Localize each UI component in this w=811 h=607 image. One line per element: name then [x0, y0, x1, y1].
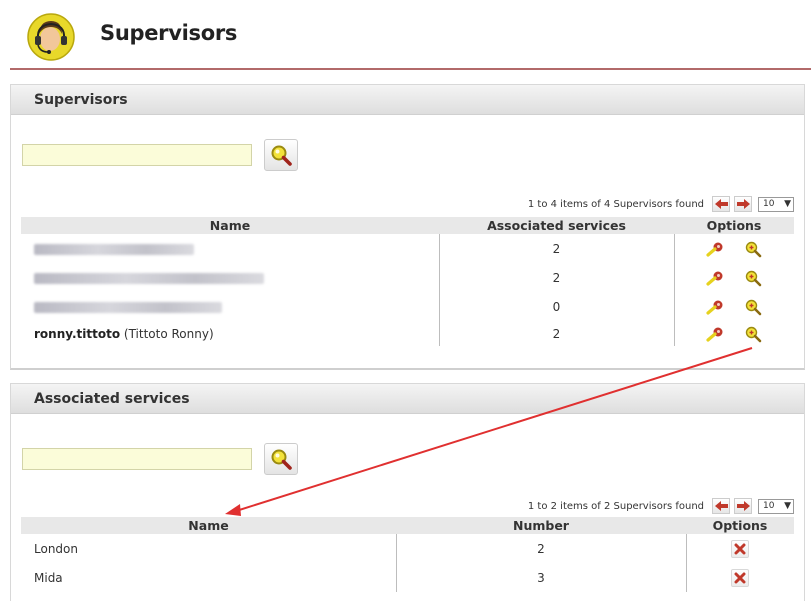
edit-supervisor-button[interactable]	[705, 240, 725, 258]
chevron-down-icon: ▼	[784, 501, 791, 511]
page-title: Supervisors	[100, 21, 238, 45]
remove-service-button[interactable]	[731, 539, 750, 558]
column-header-options: Options	[674, 217, 794, 234]
services-search-button[interactable]	[264, 443, 298, 475]
table-row[interactable]: 0	[21, 292, 794, 321]
supervisor-name-cell	[21, 292, 439, 321]
services-prev-page-button[interactable]	[712, 498, 730, 514]
supervisors-pager-summary: 1 to 4 items of 4 Supervisors found	[527, 198, 704, 210]
remove-service-button[interactable]	[731, 568, 750, 587]
supervisors-panel: Supervisors 1 to 4 items of 4 Supervisor…	[10, 84, 805, 370]
table-row[interactable]: Mida 3	[21, 563, 794, 592]
services-pager: 1 to 2 items of 2 Supervisors found 10 ▼	[528, 497, 794, 515]
service-number: 2	[395, 534, 686, 563]
supervisors-next-page-button[interactable]	[734, 196, 752, 212]
key-icon	[706, 327, 723, 342]
options-cell	[685, 534, 794, 563]
table-header-row: Name Associated services Options	[21, 217, 794, 234]
headset-agent-icon	[27, 13, 75, 61]
column-header-associated-services[interactable]: Associated services	[439, 217, 674, 234]
arrow-left-icon	[714, 199, 728, 209]
view-supervisor-button[interactable]	[743, 240, 763, 258]
redacted-name	[34, 243, 194, 255]
services-page-size-value: 10	[763, 501, 775, 511]
service-name: London	[34, 541, 78, 556]
service-number: 3	[395, 563, 686, 592]
column-header-options: Options	[686, 517, 794, 534]
key-icon	[706, 271, 723, 286]
key-icon	[706, 300, 723, 315]
column-header-number[interactable]: Number	[396, 517, 686, 534]
supervisors-prev-page-button[interactable]	[712, 196, 730, 212]
table-row[interactable]: 2	[21, 234, 794, 263]
services-next-page-button[interactable]	[734, 498, 752, 514]
supervisors-search-input[interactable]	[22, 144, 252, 166]
associated-services-panel-title: Associated services	[11, 384, 804, 414]
header-divider	[10, 68, 811, 70]
column-header-name[interactable]: Name	[21, 517, 396, 534]
associated-services-count: 2	[438, 263, 674, 292]
zoom-icon	[745, 241, 762, 257]
supervisors-search-button[interactable]	[264, 139, 298, 171]
delete-x-icon	[734, 572, 746, 583]
edit-supervisor-button[interactable]	[705, 325, 725, 343]
table-header-row: Name Number Options	[21, 517, 794, 534]
supervisor-username: ronny.tittoto	[34, 326, 121, 341]
edit-supervisor-button[interactable]	[705, 298, 725, 316]
arrow-left-icon	[714, 501, 728, 511]
view-supervisor-button[interactable]	[743, 325, 763, 343]
page-header: Supervisors	[0, 0, 811, 70]
options-cell	[673, 292, 794, 321]
options-cell	[673, 263, 794, 292]
redacted-name	[34, 272, 264, 284]
services-pager-summary: 1 to 2 items of 2 Supervisors found	[527, 500, 704, 512]
services-search-input[interactable]	[22, 448, 252, 470]
table-row[interactable]: 2	[21, 263, 794, 292]
associated-services-count: 2	[438, 321, 674, 346]
supervisors-pager: 1 to 4 items of 4 Supervisors found 10 ▼	[528, 195, 794, 213]
supervisor-name-cell	[21, 263, 439, 292]
supervisors-table: Name Associated services Options 2 2 0 r…	[21, 217, 794, 346]
supervisors-page-size-value: 10	[763, 199, 775, 209]
zoom-icon	[745, 299, 762, 315]
magnifier-icon	[271, 449, 292, 470]
view-supervisor-button[interactable]	[743, 269, 763, 287]
services-page-size-select[interactable]: 10 ▼	[758, 498, 794, 514]
chevron-down-icon: ▼	[784, 199, 791, 209]
associated-services-count: 2	[438, 234, 674, 263]
supervisor-name-cell: ronny.tittoto (Tittoto Ronny)	[21, 321, 439, 346]
zoom-icon	[745, 270, 762, 286]
table-row[interactable]: London 2	[21, 534, 794, 563]
arrow-right-icon	[736, 501, 750, 511]
associated-services-panel: Associated services 1 to 2 items of 2 Su…	[10, 383, 805, 601]
supervisor-full-name: (Tittoto Ronny)	[123, 326, 214, 341]
supervisors-page-size-select[interactable]: 10 ▼	[758, 196, 794, 212]
associated-services-count: 0	[438, 292, 674, 321]
magnifier-icon	[271, 145, 292, 166]
delete-x-icon	[734, 543, 746, 554]
options-cell	[673, 321, 794, 346]
arrow-right-icon	[736, 199, 750, 209]
service-name: Mida	[34, 570, 63, 585]
view-supervisor-button[interactable]	[743, 298, 763, 316]
table-row[interactable]: ronny.tittoto (Tittoto Ronny) 2	[21, 321, 794, 346]
zoom-icon	[745, 326, 762, 342]
supervisor-name-cell	[21, 234, 439, 263]
column-header-name[interactable]: Name	[21, 217, 439, 234]
key-icon	[706, 242, 723, 257]
edit-supervisor-button[interactable]	[705, 269, 725, 287]
supervisors-panel-title: Supervisors	[11, 85, 804, 115]
redacted-name	[34, 301, 222, 313]
options-cell	[673, 234, 794, 263]
associated-services-table: Name Number Options London 2 Mida 3	[21, 517, 794, 592]
options-cell	[685, 563, 794, 592]
